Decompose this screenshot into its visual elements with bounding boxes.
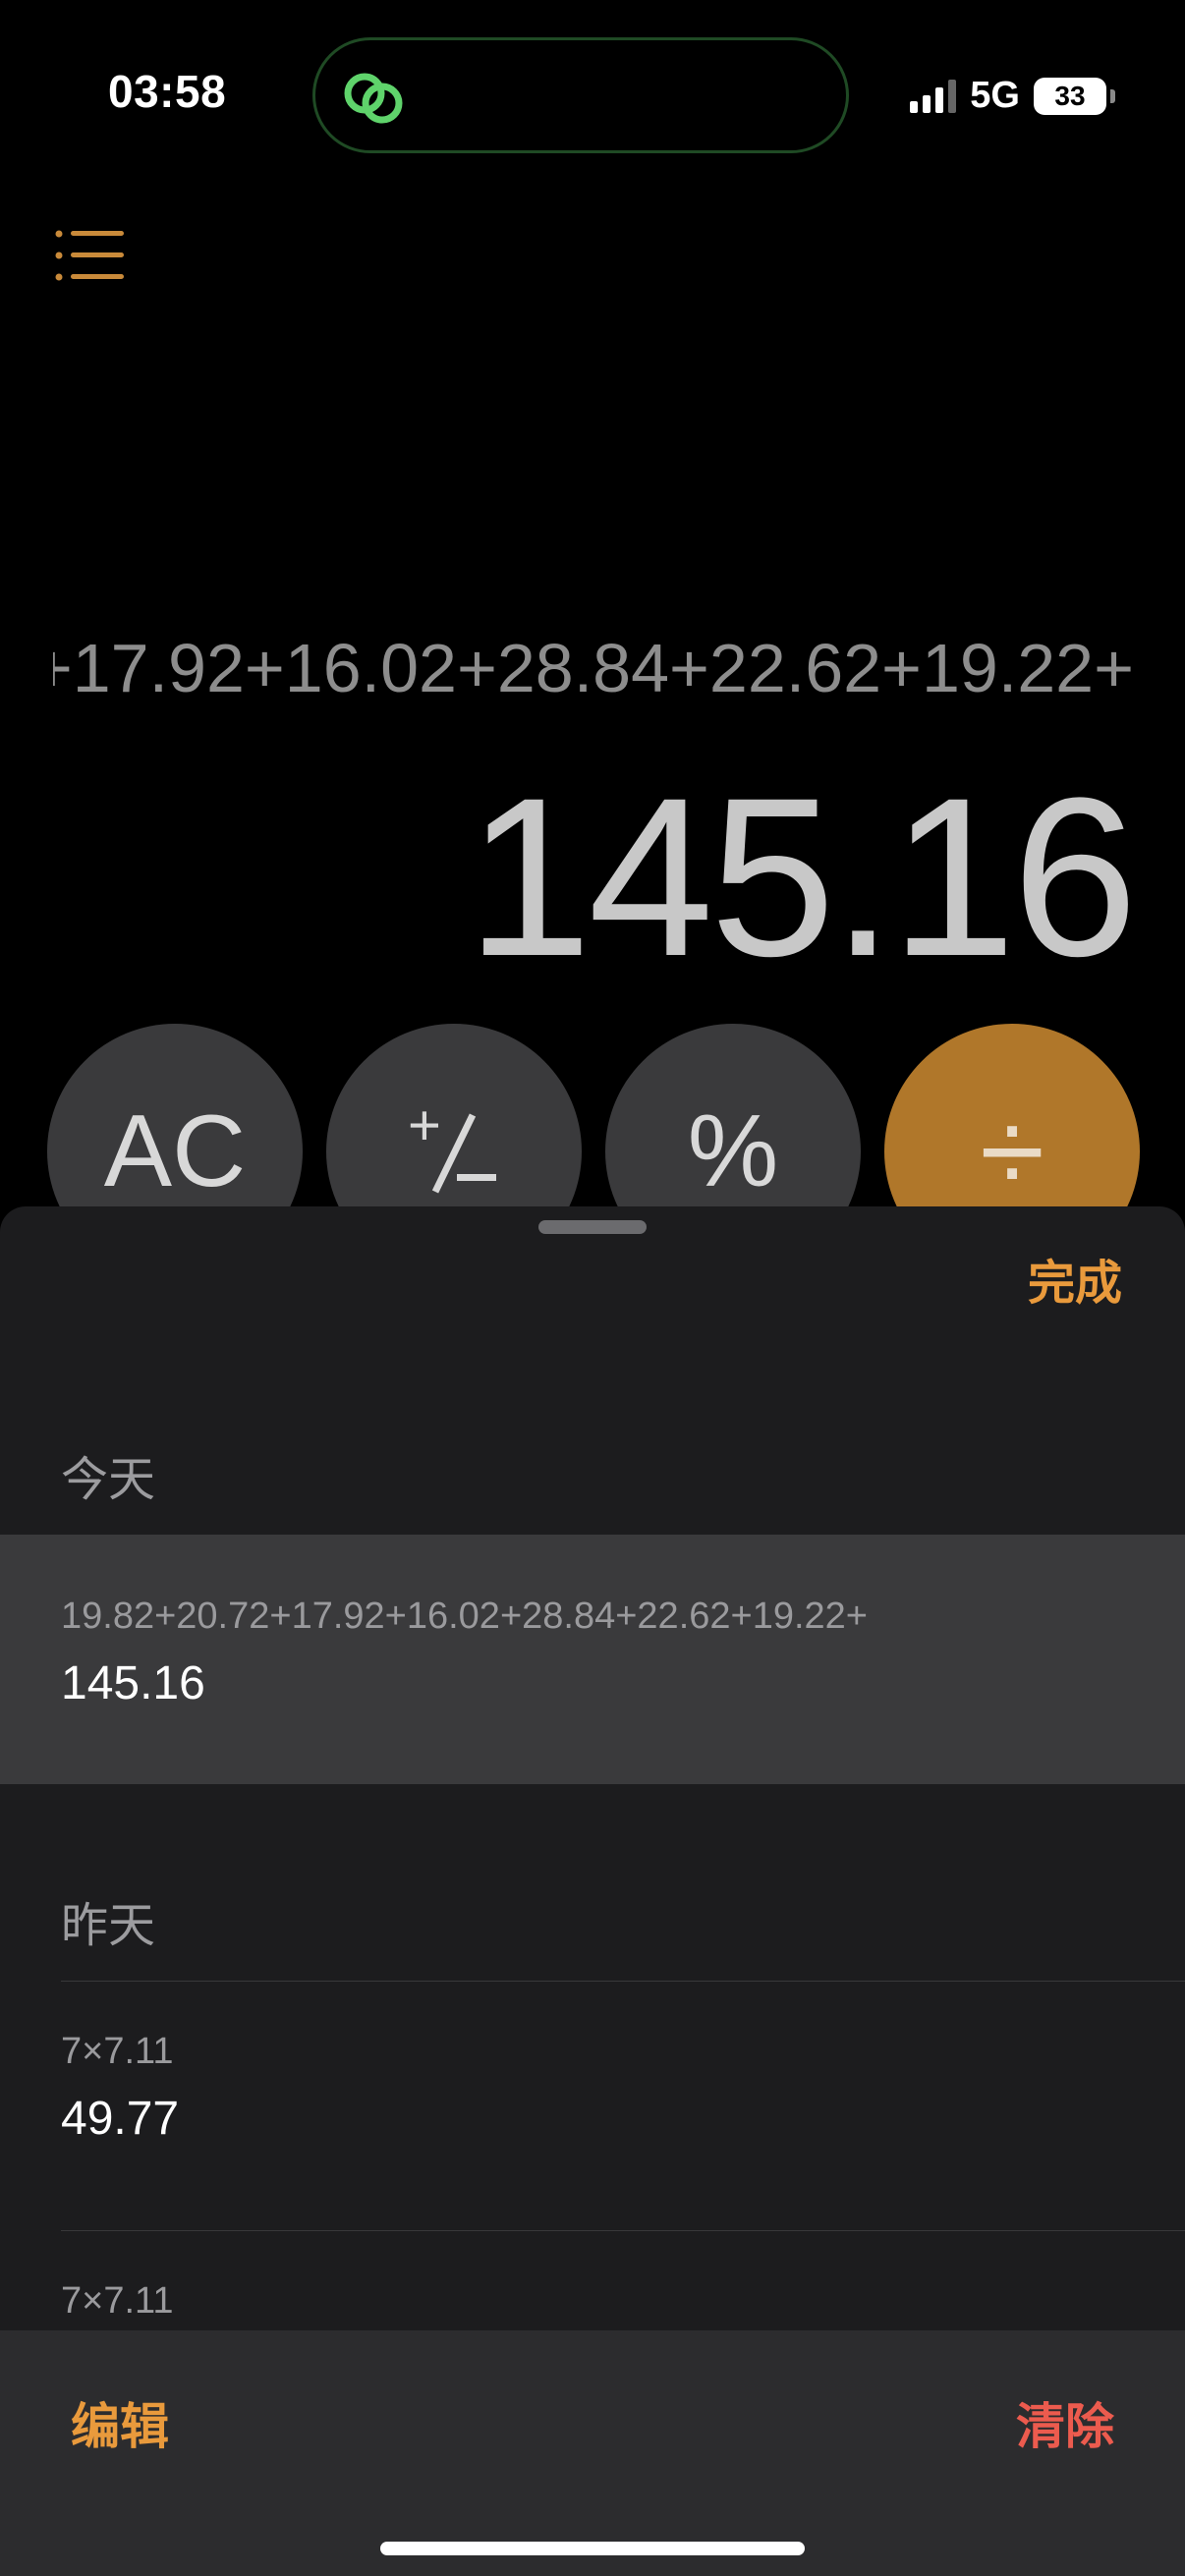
history-row[interactable]: 7×7.11 49.77 xyxy=(0,1982,1185,2231)
section-header-yesterday: 昨天 xyxy=(61,1900,156,1952)
all-clear-label: AC xyxy=(103,1093,247,1208)
clear-button[interactable]: 清除 xyxy=(1016,2387,1114,2458)
sheet-grabber[interactable] xyxy=(538,1220,647,1234)
status-time: 03:58 xyxy=(108,66,227,117)
link-icon xyxy=(344,73,403,124)
divide-label: ÷ xyxy=(980,1086,1044,1217)
section-header-today: 今天 xyxy=(61,1454,156,1506)
history-result: 49.77 xyxy=(61,2093,180,2145)
history-row[interactable]: 19.82+20.72+17.92+16.02+28.84+22.62+19.2… xyxy=(0,1535,1185,1784)
expression-text: 19.82+20.72+17.92+16.02+28.84+22.62+19.2… xyxy=(53,630,1134,706)
edit-button[interactable]: 编辑 xyxy=(71,2387,169,2458)
result-display: 145.16 xyxy=(466,751,1138,1003)
history-expression: 7×7.11 xyxy=(61,2031,174,2072)
battery-icon: 33 xyxy=(1034,77,1115,115)
done-button[interactable]: 完成 xyxy=(1028,1244,1122,1313)
expression-display: 19.82+20.72+17.92+16.02+28.84+22.62+19.2… xyxy=(53,629,1134,707)
battery-level: 33 xyxy=(1054,80,1086,111)
plus-glyph: + xyxy=(408,1097,441,1157)
plus-minus-icon: + xyxy=(408,1097,496,1194)
history-expression: 19.82+20.72+17.92+16.02+28.84+22.62+19.2… xyxy=(61,1596,868,1637)
home-indicator[interactable] xyxy=(380,2542,805,2555)
dynamic-island[interactable] xyxy=(312,37,849,153)
network-type: 5G xyxy=(970,75,1020,116)
cellular-signal-icon xyxy=(910,79,957,113)
list-icon[interactable] xyxy=(55,226,126,285)
history-expression: 7×7.11 xyxy=(61,2280,174,2322)
calculator-screen: 03:58 5G 33 19.82+20.72+17.92+16.02+28.8… xyxy=(0,0,1185,2576)
percent-label: % xyxy=(687,1093,779,1208)
status-indicators: 5G 33 xyxy=(910,75,1115,117)
history-toolbar: 编辑 清除 xyxy=(0,2330,1185,2576)
history-result: 145.16 xyxy=(61,1657,205,1709)
